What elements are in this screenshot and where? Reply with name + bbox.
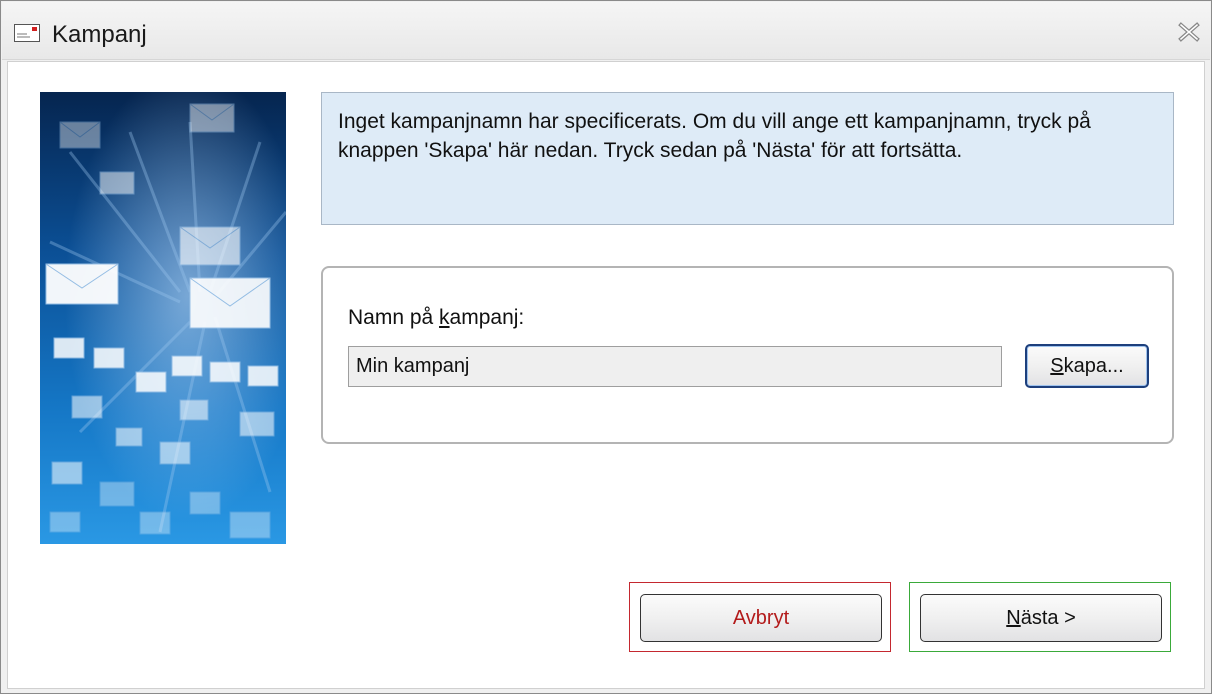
campaign-name-field[interactable]	[348, 346, 1002, 387]
next-button-rest: ästa >	[1020, 606, 1076, 629]
envelopes-illustration	[40, 92, 286, 544]
campaign-dialog: Kampanj Inget kampanjnamn har specificer…	[0, 0, 1212, 694]
create-button-accel: S	[1050, 354, 1064, 377]
campaign-name-label-accel: k	[439, 306, 450, 329]
campaign-name-label-prefix: Namn på	[348, 306, 440, 329]
cancel-button-frame: Avbryt	[629, 582, 891, 652]
dialog-content: Inget kampanjnamn har specificerats. Om …	[7, 61, 1205, 689]
envelope-icon	[14, 24, 40, 42]
info-message: Inget kampanjnamn har specificerats. Om …	[321, 92, 1174, 225]
window-title: Kampanj	[52, 21, 147, 48]
campaign-name-label-suffix: ampanj:	[449, 306, 525, 329]
title-bar: Kampanj	[2, 2, 1210, 60]
campaign-name-group: Namn på kampanj: Skapa...	[321, 266, 1174, 444]
cancel-button[interactable]: Avbryt	[640, 594, 882, 642]
create-button[interactable]: Skapa...	[1025, 344, 1149, 388]
create-button-rest: kapa...	[1063, 354, 1124, 377]
close-icon[interactable]	[1178, 22, 1200, 42]
next-button-accel: N	[1006, 606, 1021, 629]
campaign-name-label: Namn på kampanj:	[348, 306, 524, 330]
next-button[interactable]: Nästa >	[920, 594, 1162, 642]
next-button-frame: Nästa >	[909, 582, 1171, 652]
